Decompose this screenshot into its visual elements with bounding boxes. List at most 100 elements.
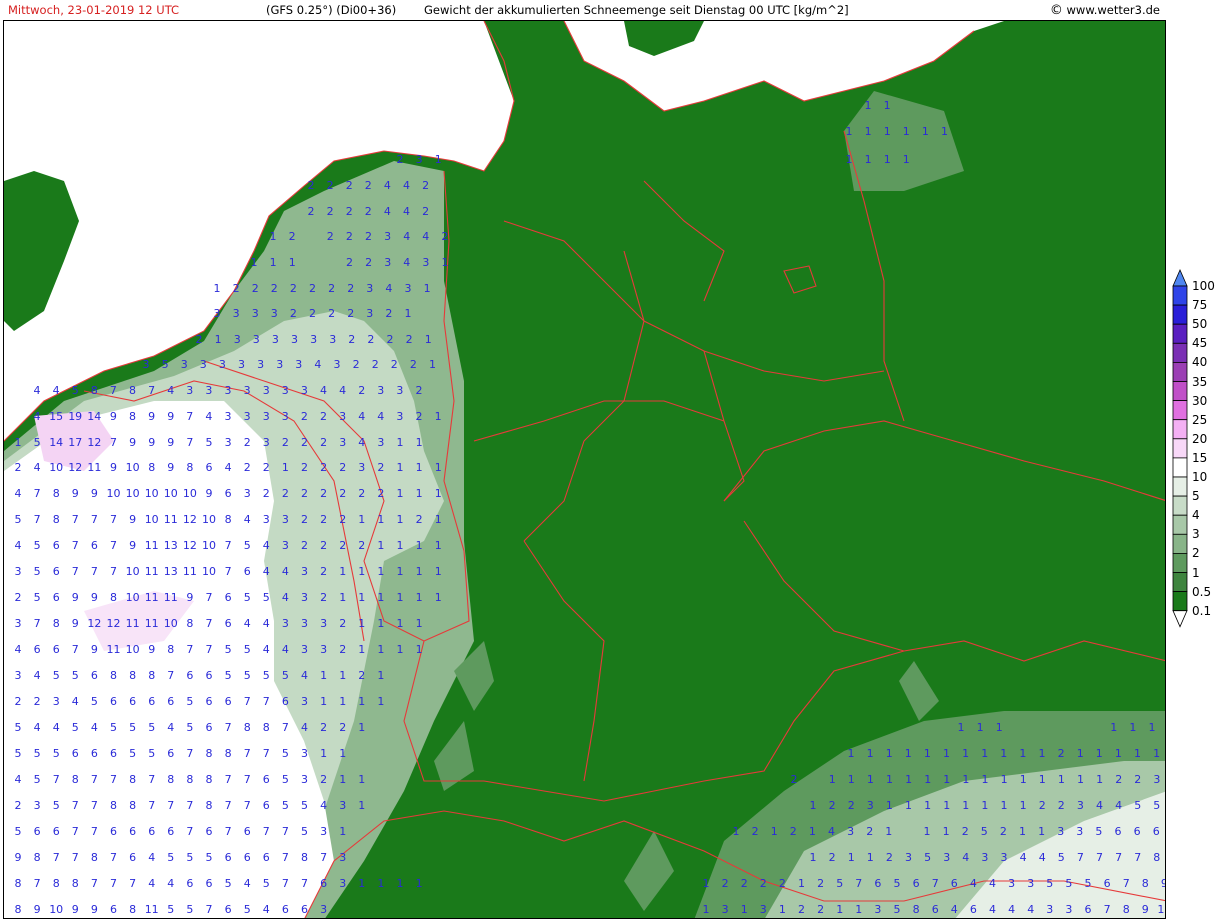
- grid-value: 8: [110, 591, 117, 604]
- grid-value: 5: [34, 773, 41, 786]
- legend-swatch: [1172, 381, 1188, 402]
- grid-value: 7: [110, 513, 117, 526]
- grid-value: 4: [15, 539, 22, 552]
- grid-value: 1: [958, 721, 965, 734]
- grid-value: 6: [206, 721, 213, 734]
- grid-value: 2: [410, 358, 417, 371]
- grid-value: 7: [110, 539, 117, 552]
- grid-value: 9: [129, 513, 136, 526]
- legend-level-label: 0.1: [1192, 603, 1212, 618]
- grid-value: 1: [865, 99, 872, 112]
- grid-value: 4: [34, 410, 41, 423]
- grid-value: 6: [53, 591, 60, 604]
- grid-value: 5: [1058, 851, 1065, 864]
- legend-swatch: [1172, 438, 1188, 459]
- grid-value: 3: [905, 851, 912, 864]
- grid-value: 9: [1161, 877, 1166, 890]
- grid-value: 4: [53, 721, 60, 734]
- grid-value: 2: [320, 539, 327, 552]
- grid-value: 7: [148, 384, 155, 397]
- grid-value: 6: [206, 825, 213, 838]
- legend-swatch: [1172, 457, 1188, 478]
- grid-value: 4: [244, 877, 251, 890]
- grid-value: 2: [722, 877, 729, 890]
- grid-value: 3: [339, 799, 346, 812]
- grid-value: 5: [894, 903, 901, 916]
- grid-value: 6: [932, 903, 939, 916]
- grid-value: 1: [922, 125, 929, 138]
- grid-value: 5: [91, 695, 98, 708]
- legend-swatch: [1172, 362, 1188, 382]
- grid-value: 10: [1157, 903, 1166, 916]
- grid-value: 3: [1008, 877, 1015, 890]
- grid-value: 10: [49, 461, 63, 474]
- grid-value: 6: [53, 643, 60, 656]
- grid-value: 1: [397, 643, 404, 656]
- grid-value: 1: [943, 799, 950, 812]
- grid-value: 6: [34, 643, 41, 656]
- grid-value: 3: [384, 230, 391, 243]
- grid-value: 2: [790, 825, 797, 838]
- grid-value: 9: [110, 410, 117, 423]
- grid-value: 1: [377, 643, 384, 656]
- grid-value: 4: [989, 903, 996, 916]
- grid-value: 3: [301, 773, 308, 786]
- grid-value: 3: [271, 307, 278, 320]
- color-legend: 100 75 50 45 40 35 30 25 20 15 10 5 4 3 2 1 0.5 0.1: [1170, 268, 1229, 638]
- grid-value: 10: [126, 487, 140, 500]
- grid-value: 1: [1134, 747, 1141, 760]
- grid-value: 2: [817, 877, 824, 890]
- grid-value: 2: [760, 877, 767, 890]
- grid-value: 3: [15, 669, 22, 682]
- grid-value: 7: [1077, 851, 1084, 864]
- grid-value: 7: [282, 721, 289, 734]
- grid-value: 1: [1110, 721, 1117, 734]
- grid-value: 7: [148, 773, 155, 786]
- grid-value: 6: [225, 695, 232, 708]
- grid-value: 7: [110, 436, 117, 449]
- grid-value: 6: [53, 539, 60, 552]
- grid-value: 2: [397, 153, 404, 166]
- grid-value: 10: [145, 487, 159, 500]
- grid-value: 5: [206, 436, 213, 449]
- grid-value: 7: [91, 513, 98, 526]
- grid-value: 3: [244, 384, 251, 397]
- grid-value: 4: [263, 565, 270, 578]
- grid-value: 6: [244, 565, 251, 578]
- grid-value: 1: [416, 643, 423, 656]
- grid-value: 6: [186, 877, 193, 890]
- grid-value: 1: [377, 565, 384, 578]
- grid-value: 1: [416, 461, 423, 474]
- grid-value: 3: [874, 903, 881, 916]
- grid-value: 3: [320, 825, 327, 838]
- grid-value: 1: [905, 799, 912, 812]
- grid-value: 9: [72, 617, 79, 630]
- grid-value: 3: [366, 282, 373, 295]
- grid-value: 1: [886, 747, 893, 760]
- grid-value: 1: [941, 125, 948, 138]
- grid-value: 2: [263, 487, 270, 500]
- grid-value: 1: [358, 773, 365, 786]
- grid-value: 8: [225, 747, 232, 760]
- grid-value: 2: [15, 461, 22, 474]
- grid-value: 5: [72, 384, 79, 397]
- grid-value: 6: [91, 539, 98, 552]
- grid-value: 3: [263, 384, 270, 397]
- grid-value: 5: [206, 851, 213, 864]
- grid-value: 2: [779, 877, 786, 890]
- grid-value: 2: [327, 205, 334, 218]
- grid-value: 8: [206, 799, 213, 812]
- grid-value: 3: [263, 436, 270, 449]
- grid-value: 8: [167, 773, 174, 786]
- grid-value: 5: [282, 799, 289, 812]
- grid-value: 9: [129, 436, 136, 449]
- grid-value: 7: [91, 877, 98, 890]
- grid-value: 6: [263, 799, 270, 812]
- grid-value: 2: [290, 307, 297, 320]
- field-description-label: Gewicht der akkumulierten Schneemenge se…: [424, 3, 849, 17]
- grid-value: 1: [943, 747, 950, 760]
- legend-level-label: 75: [1192, 298, 1208, 313]
- grid-value: 2: [301, 513, 308, 526]
- grid-value: 3: [405, 282, 412, 295]
- grid-value: 3: [143, 358, 150, 371]
